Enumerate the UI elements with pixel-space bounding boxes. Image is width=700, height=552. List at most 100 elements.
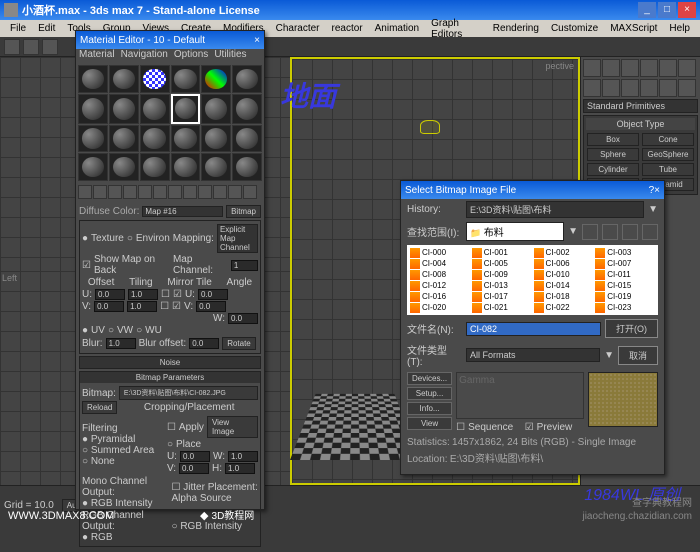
dropdown-arrow-icon[interactable]: ▼ — [604, 350, 614, 361]
crop-h-spinner[interactable]: 1.0 — [225, 463, 255, 474]
history-dropdown[interactable]: E:\3D资料\贴图\布料 — [466, 201, 644, 218]
material-slot[interactable] — [109, 94, 139, 124]
geosphere-button[interactable]: GeoSphere — [642, 148, 694, 161]
file-item[interactable]: CI-014 — [533, 280, 595, 291]
menu-file[interactable]: File — [4, 23, 32, 34]
mat-toolbtn[interactable] — [78, 185, 92, 199]
modify-tab[interactable] — [602, 59, 620, 77]
geometry-icon[interactable] — [583, 79, 601, 97]
filetype-dropdown[interactable]: All Formats — [466, 348, 600, 362]
open-button[interactable]: 打开(O) — [605, 319, 658, 338]
rotate-button[interactable]: Rotate — [222, 337, 256, 350]
menu-maxscript[interactable]: MAXScript — [604, 23, 663, 34]
bitmap-params-rollout[interactable]: Bitmap Parameters — [80, 372, 260, 383]
mat-toolbtn[interactable] — [108, 185, 122, 199]
mat-menu-material[interactable]: Material — [79, 49, 115, 63]
file-item[interactable]: CI-023 — [594, 302, 656, 313]
material-slot[interactable] — [201, 94, 231, 124]
menu-customize[interactable]: Customize — [545, 23, 604, 34]
dropdown-arrow-icon[interactable]: ▼ — [648, 204, 658, 215]
material-slot[interactable] — [78, 94, 108, 124]
v-tiling-spinner[interactable]: 1.0 — [127, 301, 157, 312]
v-angle-spinner[interactable]: 0.0 — [196, 301, 226, 312]
hierarchy-tab[interactable] — [621, 59, 639, 77]
material-slot[interactable] — [232, 65, 262, 93]
helpers-icon[interactable] — [659, 79, 677, 97]
file-item[interactable]: CI-010 — [533, 269, 595, 280]
viewmenu-icon[interactable] — [642, 224, 658, 240]
motion-tab[interactable] — [640, 59, 658, 77]
lookin-dropdown[interactable]: 📁 布料 — [466, 222, 564, 241]
viewimage-button[interactable]: View Image — [207, 416, 258, 438]
dropdown-arrow-icon[interactable]: ▼ — [568, 226, 578, 237]
material-slot[interactable] — [171, 125, 201, 153]
utilities-tab[interactable] — [678, 59, 696, 77]
crop-v-spinner[interactable]: 0.0 — [179, 463, 209, 474]
w-angle-spinner[interactable]: 0.0 — [228, 313, 258, 324]
toolbar-button[interactable] — [4, 39, 20, 55]
file-item[interactable]: CI-011 — [594, 269, 656, 280]
mat-menu-navigation[interactable]: Navigation — [121, 49, 168, 63]
file-item[interactable]: CI-006 — [533, 258, 595, 269]
material-slot[interactable] — [109, 125, 139, 153]
bitmap-dialog-titlebar[interactable]: Select Bitmap Image File ? × — [401, 181, 664, 199]
preview-check[interactable]: ☑ — [525, 422, 534, 433]
file-item[interactable]: CI-007 — [594, 258, 656, 269]
material-slot[interactable] — [171, 153, 201, 181]
crop-u-spinner[interactable]: 0.0 — [180, 451, 210, 462]
toolbar-button[interactable] — [23, 39, 39, 55]
minimize-button[interactable]: _ — [638, 2, 656, 18]
none-radio[interactable]: ○ — [82, 456, 88, 467]
v-tile-check[interactable]: ☑ — [172, 301, 181, 312]
mat-toolbtn[interactable] — [123, 185, 137, 199]
display-tab[interactable] — [659, 59, 677, 77]
menu-character[interactable]: Character — [270, 23, 326, 34]
cameras-icon[interactable] — [640, 79, 658, 97]
material-slot[interactable] — [140, 94, 170, 124]
uv-radio[interactable]: ● — [82, 325, 88, 336]
up-icon[interactable] — [602, 224, 618, 240]
file-item[interactable]: CI-022 — [533, 302, 595, 313]
place-radio[interactable]: ○ — [167, 439, 173, 450]
sequence-check[interactable]: ☐ — [456, 422, 465, 433]
file-item[interactable]: CI-021 — [471, 302, 533, 313]
category-dropdown[interactable]: Standard Primitives — [583, 99, 698, 113]
mat-toolbtn[interactable] — [93, 185, 107, 199]
material-slot[interactable] — [78, 125, 108, 153]
u-tiling-spinner[interactable]: 1.0 — [128, 289, 158, 300]
wu-radio[interactable]: ○ — [136, 325, 142, 336]
tube-button[interactable]: Tube — [642, 163, 694, 176]
mat-toolbtn[interactable] — [153, 185, 167, 199]
mat-toolbtn[interactable] — [198, 185, 212, 199]
material-slot[interactable] — [140, 125, 170, 153]
file-item[interactable]: CI-002 — [533, 247, 595, 258]
mono-rgb-radio[interactable]: ● — [82, 498, 88, 509]
material-editor-titlebar[interactable]: Material Editor - 10 - Default × — [76, 31, 264, 49]
file-item[interactable]: CI-020 — [409, 302, 471, 313]
menu-rendering[interactable]: Rendering — [487, 23, 545, 34]
back-icon[interactable] — [582, 224, 598, 240]
material-slot[interactable] — [140, 153, 170, 181]
file-item[interactable]: CI-013 — [471, 280, 533, 291]
material-slot[interactable] — [232, 125, 262, 153]
reload-button[interactable]: Reload — [82, 401, 117, 414]
devices-button[interactable]: Devices... — [407, 372, 452, 385]
file-item[interactable]: CI-012 — [409, 280, 471, 291]
mat-toolbtn[interactable] — [213, 185, 227, 199]
material-slot[interactable] — [232, 94, 262, 124]
info-button[interactable]: Info... — [407, 402, 452, 415]
file-item[interactable]: CI-004 — [409, 258, 471, 269]
file-item[interactable]: CI-005 — [471, 258, 533, 269]
crop-w-spinner[interactable]: 1.0 — [228, 451, 258, 462]
material-slot[interactable] — [201, 65, 231, 93]
environ-radio[interactable]: ○ — [127, 233, 133, 244]
material-slot[interactable] — [109, 65, 139, 93]
vw-radio[interactable]: ○ — [108, 325, 114, 336]
blur-spinner[interactable]: 1.0 — [106, 338, 136, 349]
alpha-rgb-radio[interactable]: ○ — [172, 521, 178, 532]
filename-input[interactable]: CI-082 — [466, 322, 601, 336]
material-slot-active[interactable] — [171, 94, 201, 124]
mapchannel-spinner[interactable]: 1 — [231, 260, 258, 271]
mapping-dropdown[interactable]: Explicit Map Channel — [217, 224, 258, 253]
pyramidal-radio[interactable]: ● — [82, 434, 88, 445]
